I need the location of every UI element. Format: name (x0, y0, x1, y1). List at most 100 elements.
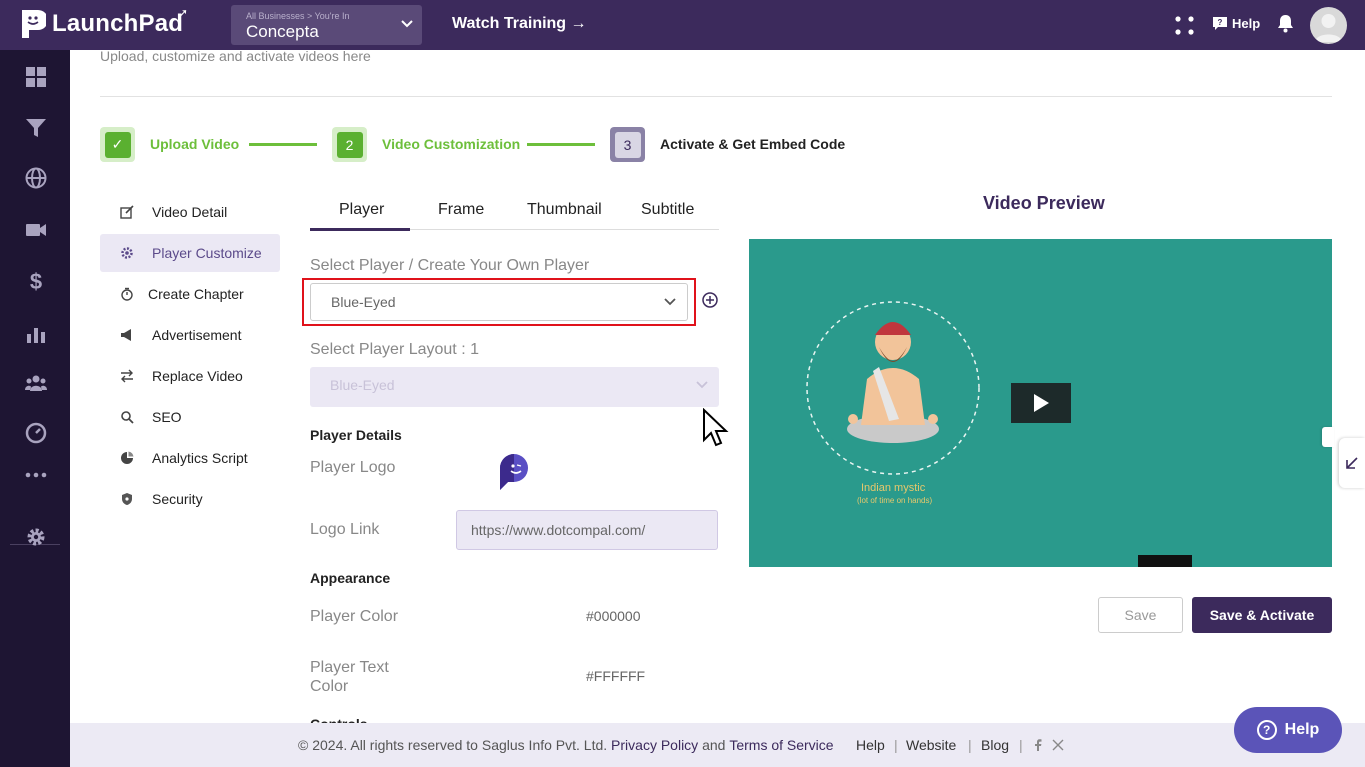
step-connector-2 (527, 143, 595, 146)
page-subtitle: Upload, customize and activate videos he… (100, 48, 371, 64)
menu-item-create-chapter[interactable]: Create Chapter (100, 275, 280, 313)
step-3-badge: 3 (610, 127, 645, 162)
save-activate-button[interactable]: Save & Activate (1192, 597, 1332, 633)
step-2-badge: 2 (332, 127, 367, 162)
notification-bell-icon[interactable] (1277, 14, 1294, 33)
tab-player[interactable]: Player (339, 201, 384, 219)
x-twitter-icon[interactable] (1052, 739, 1064, 751)
player-logo-icon[interactable] (500, 454, 530, 490)
logo-link-label: Logo Link (310, 521, 380, 538)
edit-icon (120, 205, 134, 219)
help-widget-label: Help (1284, 721, 1320, 738)
menu-label: SEO (152, 409, 182, 425)
privacy-policy-link[interactable]: Privacy Policy (611, 737, 698, 753)
play-icon (1034, 394, 1049, 412)
facebook-icon[interactable] (1034, 739, 1042, 751)
user-avatar[interactable] (1310, 7, 1347, 44)
footer-help-link[interactable]: Help (856, 737, 885, 753)
menu-label: Security (152, 491, 203, 507)
help-top-label: Help (1232, 16, 1261, 31)
chevron-down-icon (696, 381, 708, 389)
shield-icon (122, 493, 132, 505)
tab-subtitle[interactable]: Subtitle (641, 201, 694, 219)
dollar-icon[interactable]: $ (25, 270, 47, 292)
menu-item-replace-video[interactable]: Replace Video (100, 357, 280, 395)
search-icon (121, 411, 134, 424)
step-connector-1 (249, 143, 317, 146)
select-player-dropdown[interactable]: Blue-Eyed (310, 283, 688, 321)
check-icon: ✓ (104, 131, 131, 158)
menu-item-advertisement[interactable]: Advertisement (100, 316, 280, 354)
tab-thumbnail[interactable]: Thumbnail (527, 201, 602, 219)
globe-icon[interactable] (25, 167, 47, 189)
menu-item-analytics-script[interactable]: Analytics Script (100, 439, 280, 477)
logo-link-input[interactable] (457, 511, 717, 549)
video-caption-subtitle: (lot of time on hands) (857, 496, 933, 505)
video-camera-icon[interactable] (25, 219, 47, 241)
step-2-label[interactable]: Video Customization (382, 136, 520, 152)
appearance-heading: Appearance (310, 570, 391, 586)
users-icon[interactable] (25, 372, 47, 394)
more-dots-icon[interactable] (25, 464, 47, 486)
analytics-icon[interactable] (25, 322, 47, 344)
video-player[interactable]: Indian mystic (lot of time on hands) (749, 239, 1332, 567)
step-2-number: 2 (336, 131, 363, 158)
footer-separator: | (1019, 737, 1023, 753)
video-controls-bar[interactable] (1138, 555, 1192, 567)
business-name: Concepta (246, 22, 319, 41)
menu-item-video-detail[interactable]: Video Detail (100, 193, 280, 231)
menu-label: Player Customize (152, 245, 262, 261)
swap-arrows-icon (121, 369, 133, 383)
footer-website-link[interactable]: Website (906, 737, 956, 753)
rocket-icon: ➚ (178, 6, 189, 20)
side-collapse-tab[interactable] (1322, 427, 1334, 447)
menu-label: Replace Video (152, 368, 243, 384)
step-1-label[interactable]: Upload Video (150, 136, 239, 152)
menu-item-security[interactable]: Security (100, 480, 280, 518)
footer-separator: | (968, 737, 972, 753)
player-text-color-label-line1: Player Text (310, 659, 389, 676)
help-widget-button[interactable]: ? Help (1234, 707, 1342, 753)
stopwatch-icon (121, 287, 133, 301)
business-selector[interactable]: All Businesses > You're In Concepta (231, 5, 422, 45)
footer-copyright-line: © 2024. All rights reserved to Saglus In… (298, 737, 834, 753)
player-color-value[interactable]: #000000 (586, 608, 641, 624)
logo-link-field[interactable] (456, 510, 718, 550)
settings-cog-icon (121, 247, 133, 259)
apps-grid-icon[interactable] (1175, 16, 1194, 35)
menu-item-player-customize[interactable]: Player Customize (100, 234, 280, 272)
step-3-label[interactable]: Activate & Get Embed Code (660, 136, 845, 152)
watch-training-link[interactable]: Watch Training → (452, 15, 587, 33)
menu-label: Analytics Script (152, 450, 248, 466)
dashboard-icon[interactable] (25, 66, 47, 88)
play-button[interactable] (1011, 383, 1071, 423)
app-logo[interactable]: LaunchPad (20, 8, 183, 40)
terms-link[interactable]: Terms of Service (729, 737, 833, 753)
side-panel-tab[interactable] (1339, 438, 1365, 488)
video-caption-title: Indian mystic (861, 482, 926, 494)
chevron-down-icon (401, 20, 413, 28)
footer-blog-link[interactable]: Blog (981, 737, 1009, 753)
settings-gear-icon[interactable] (25, 526, 47, 548)
and-text: and (702, 737, 726, 753)
tab-frame[interactable]: Frame (438, 201, 484, 219)
copyright-text: © 2024. All rights reserved to Saglus In… (298, 737, 608, 753)
footer-separator: | (894, 737, 898, 753)
menu-label: Advertisement (152, 327, 242, 343)
select-player-value: Blue-Eyed (331, 294, 396, 310)
megaphone-icon (121, 329, 131, 341)
funnel-icon[interactable] (25, 117, 47, 139)
top-bar: LaunchPad ➚ All Businesses > You're In C… (0, 0, 1365, 50)
player-logo-label: Player Logo (310, 459, 396, 476)
player-text-color-value[interactable]: #FFFFFF (586, 668, 645, 684)
header-divider (100, 96, 1332, 97)
menu-item-seo[interactable]: SEO (100, 398, 280, 436)
svg-text:$: $ (30, 270, 42, 292)
save-button[interactable]: Save (1098, 597, 1183, 633)
speedometer-icon[interactable] (25, 422, 47, 444)
video-preview-title: Video Preview (983, 193, 1105, 213)
app-name: LaunchPad (52, 10, 184, 37)
select-layout-dropdown[interactable]: Blue-Eyed (310, 367, 719, 407)
add-player-icon[interactable] (702, 292, 718, 308)
help-top-button[interactable]: ? Help (1212, 16, 1260, 31)
